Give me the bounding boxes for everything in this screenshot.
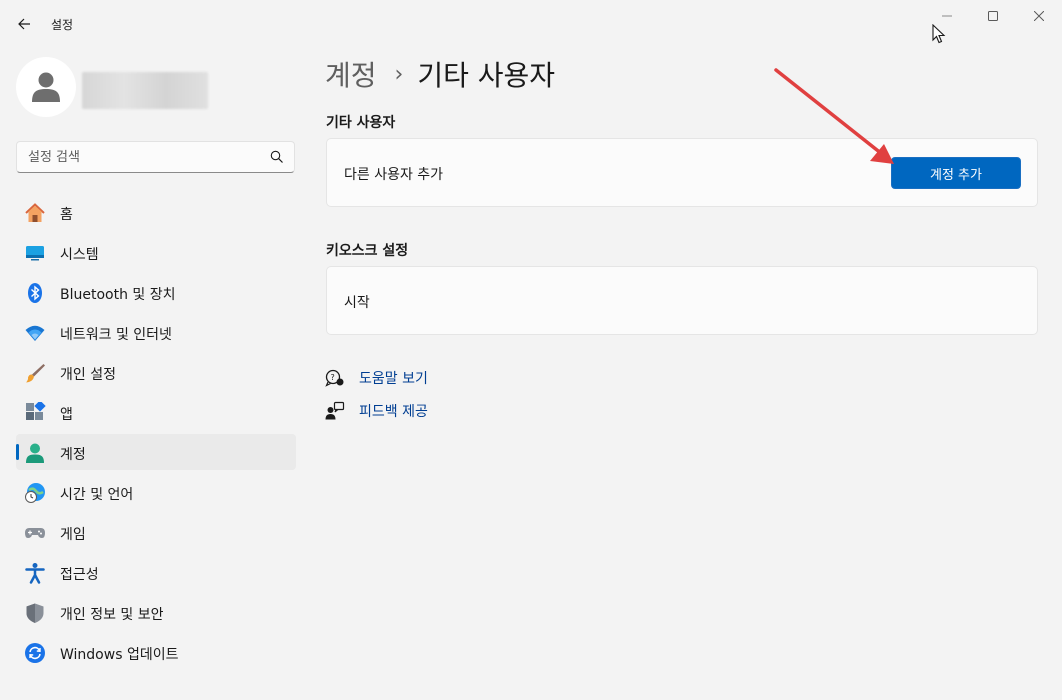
sidebar-item-apps[interactable]: 앱 [16, 394, 296, 430]
active-indicator [16, 444, 19, 460]
page-title: 기타 사용자 [417, 59, 556, 92]
sidebar-item-label: 계정 [60, 447, 86, 463]
sidebar-item-time-language[interactable]: 시간 및 언어 [16, 474, 296, 510]
feedback-link[interactable]: 피드백 제공 [359, 401, 428, 421]
sidebar-item-label: 개인 정보 및 보안 [60, 607, 164, 623]
close-icon [1034, 11, 1044, 21]
sidebar-item-label: 네트워크 및 인터넷 [60, 327, 172, 343]
sidebar-item-personalization[interactable]: 개인 설정 [16, 354, 296, 390]
sidebar-item-label: 개인 설정 [60, 367, 116, 383]
help-link[interactable]: 도움말 보기 [359, 368, 428, 388]
shield-icon [24, 602, 46, 624]
breadcrumb-parent[interactable]: 계정 [325, 54, 377, 94]
sidebar-item-label: Bluetooth 및 장치 [60, 287, 176, 303]
system-icon [24, 242, 46, 264]
back-arrow-icon [18, 18, 30, 30]
search-icon[interactable] [270, 150, 284, 164]
time-language-icon [24, 482, 46, 504]
gamepad-icon [24, 522, 46, 544]
sidebar-item-system[interactable]: 시스템 [16, 234, 296, 270]
sidebar-item-privacy-security[interactable]: 개인 정보 및 보안 [16, 594, 296, 630]
mouse-cursor-icon [932, 24, 946, 44]
wifi-icon [24, 322, 46, 344]
back-button[interactable] [10, 10, 38, 38]
update-icon [24, 642, 46, 664]
user-icon [32, 72, 60, 102]
sidebar-item-label: 시간 및 언어 [60, 487, 134, 503]
account-icon [24, 442, 46, 464]
section-title-kiosk: 키오스크 설정 [326, 243, 409, 259]
feedback-link-row[interactable]: 피드백 제공 [325, 399, 428, 423]
brush-icon [24, 362, 46, 384]
sidebar-item-accessibility[interactable]: 접근성 [16, 554, 296, 590]
sidebar-item-label: 시스템 [60, 247, 99, 263]
sidebar-item-label: Windows 업데이트 [60, 647, 179, 663]
sidebar-item-label: 접근성 [60, 567, 99, 583]
breadcrumb-separator: › [394, 61, 404, 87]
add-user-label: 다른 사용자 추가 [344, 167, 444, 183]
sidebar-item-accounts[interactable]: 계정 [16, 434, 296, 470]
help-link-row[interactable]: ? 도움말 보기 [325, 366, 428, 390]
sidebar-item-windows-update[interactable]: Windows 업데이트 [16, 634, 296, 670]
close-button[interactable] [1016, 4, 1062, 28]
search-input[interactable] [17, 142, 267, 172]
apps-icon [24, 402, 46, 424]
home-icon [24, 202, 46, 224]
help-icon: ? [325, 368, 345, 388]
feedback-icon [325, 401, 345, 421]
sidebar-item-label: 앱 [60, 407, 73, 423]
avatar[interactable] [16, 57, 76, 117]
sidebar-item-bluetooth[interactable]: Bluetooth 및 장치 [16, 274, 296, 310]
kiosk-card: 시작 [326, 266, 1038, 335]
minimize-button[interactable] [924, 4, 970, 28]
breadcrumb: 계정 › 기타 사용자 [325, 54, 555, 94]
minimize-icon [942, 15, 952, 17]
svg-text:?: ? [331, 373, 335, 382]
sidebar-item-home[interactable]: 홈 [16, 194, 296, 230]
bluetooth-icon [24, 282, 46, 304]
sidebar-item-gaming[interactable]: 게임 [16, 514, 296, 550]
add-user-card: 다른 사용자 추가 계정 추가 [326, 138, 1038, 207]
sidebar-item-label: 홈 [60, 207, 73, 223]
user-name-redacted [82, 72, 208, 109]
maximize-icon [988, 11, 998, 21]
app-title: 설정 [51, 18, 74, 32]
add-account-button[interactable]: 계정 추가 [891, 157, 1021, 189]
sidebar-item-label: 게임 [60, 527, 86, 543]
sidebar-nav: 홈 시스템 Bluetooth 및 장치 네트워크 및 인터넷 개인 설정 앱 … [16, 194, 296, 674]
annotation-arrow-icon [774, 68, 894, 164]
section-title-other-users: 기타 사용자 [326, 115, 396, 131]
accessibility-icon [24, 562, 46, 584]
maximize-button[interactable] [970, 4, 1016, 28]
title-bar: 설정 [0, 0, 1062, 48]
search-box[interactable] [16, 141, 295, 173]
sidebar-item-network[interactable]: 네트워크 및 인터넷 [16, 314, 296, 350]
kiosk-start-label[interactable]: 시작 [344, 292, 370, 312]
